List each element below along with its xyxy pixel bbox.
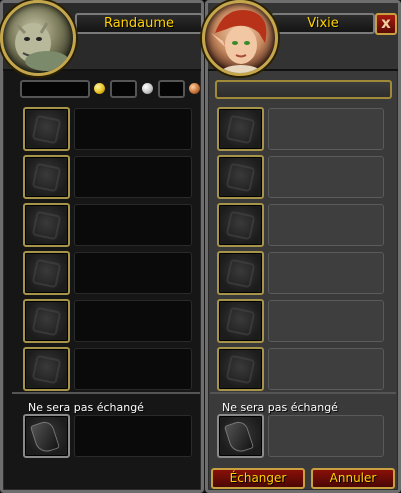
close-button[interactable]: x (375, 13, 397, 35)
target-trade-slot[interactable] (217, 107, 384, 152)
item-name-field (268, 204, 384, 246)
item-name-field (268, 108, 384, 150)
item-name-field (268, 415, 384, 457)
target-not-traded-label: Ne sera pas échangé (222, 401, 338, 414)
empty-slot-icon[interactable] (23, 155, 70, 199)
empty-slot-icon[interactable] (217, 155, 264, 199)
item-name-field (74, 108, 192, 150)
player-money-input[interactable] (20, 80, 203, 98)
silver-input[interactable] (110, 80, 137, 98)
gold-coin-icon (94, 83, 105, 94)
empty-slot-icon[interactable] (23, 347, 70, 391)
empty-slot-icon[interactable] (23, 299, 70, 343)
empty-slot-icon[interactable] (23, 251, 70, 295)
player-trade-slot[interactable] (23, 347, 192, 392)
gold-input[interactable] (20, 80, 90, 98)
slot-divider (12, 392, 200, 394)
slot-divider (210, 392, 396, 394)
cancel-button-label: Annuler (329, 471, 377, 485)
target-name-plate: Vixie (271, 13, 375, 34)
target-trade-slot[interactable] (217, 347, 384, 392)
player-trade-slot[interactable] (23, 203, 192, 248)
player-trade-slot[interactable] (23, 251, 192, 296)
player-portrait (0, 0, 76, 76)
item-name-field (74, 300, 192, 342)
item-name-field (268, 300, 384, 342)
empty-slot-icon[interactable] (217, 347, 264, 391)
player-not-traded-label: Ne sera pas échangé (28, 401, 144, 414)
copper-input[interactable] (158, 80, 185, 98)
item-name-field (268, 348, 384, 390)
item-name-field (74, 348, 192, 390)
item-name-field (74, 252, 192, 294)
item-name-field (74, 415, 192, 457)
item-name-field (268, 252, 384, 294)
item-name-field (74, 204, 192, 246)
target-trade-slot[interactable] (217, 203, 384, 248)
silver-coin-icon (142, 83, 153, 94)
trade-button-label: Échanger (229, 471, 287, 485)
empty-slot-icon[interactable] (23, 107, 70, 151)
player-not-traded-slot[interactable] (23, 414, 192, 460)
cancel-button[interactable]: Annuler (311, 468, 395, 489)
target-trade-slot[interactable] (217, 299, 384, 344)
target-money-display (215, 80, 392, 99)
player-trade-slot[interactable] (23, 107, 192, 152)
empty-slot-icon[interactable] (217, 107, 264, 151)
target-trade-slot[interactable] (217, 155, 384, 200)
target-trade-slot[interactable] (217, 251, 384, 296)
empty-slot-icon[interactable] (217, 251, 264, 295)
trade-button[interactable]: Échanger (211, 468, 305, 489)
player-trade-slot[interactable] (23, 155, 192, 200)
item-name-field (74, 156, 192, 198)
copper-coin-icon (189, 83, 200, 94)
boot-icon[interactable] (23, 414, 70, 458)
empty-slot-icon[interactable] (217, 299, 264, 343)
item-name-field (268, 156, 384, 198)
target-not-traded-slot[interactable] (217, 414, 384, 460)
player-name: Randaume (103, 16, 175, 31)
player-trade-slot[interactable] (23, 299, 192, 344)
close-icon: x (381, 14, 391, 32)
boot-icon[interactable] (217, 414, 264, 458)
empty-slot-icon[interactable] (23, 203, 70, 247)
player-name-plate: Randaume (75, 13, 203, 34)
target-portrait (202, 0, 278, 76)
empty-slot-icon[interactable] (217, 203, 264, 247)
target-name: Vixie (307, 16, 339, 31)
